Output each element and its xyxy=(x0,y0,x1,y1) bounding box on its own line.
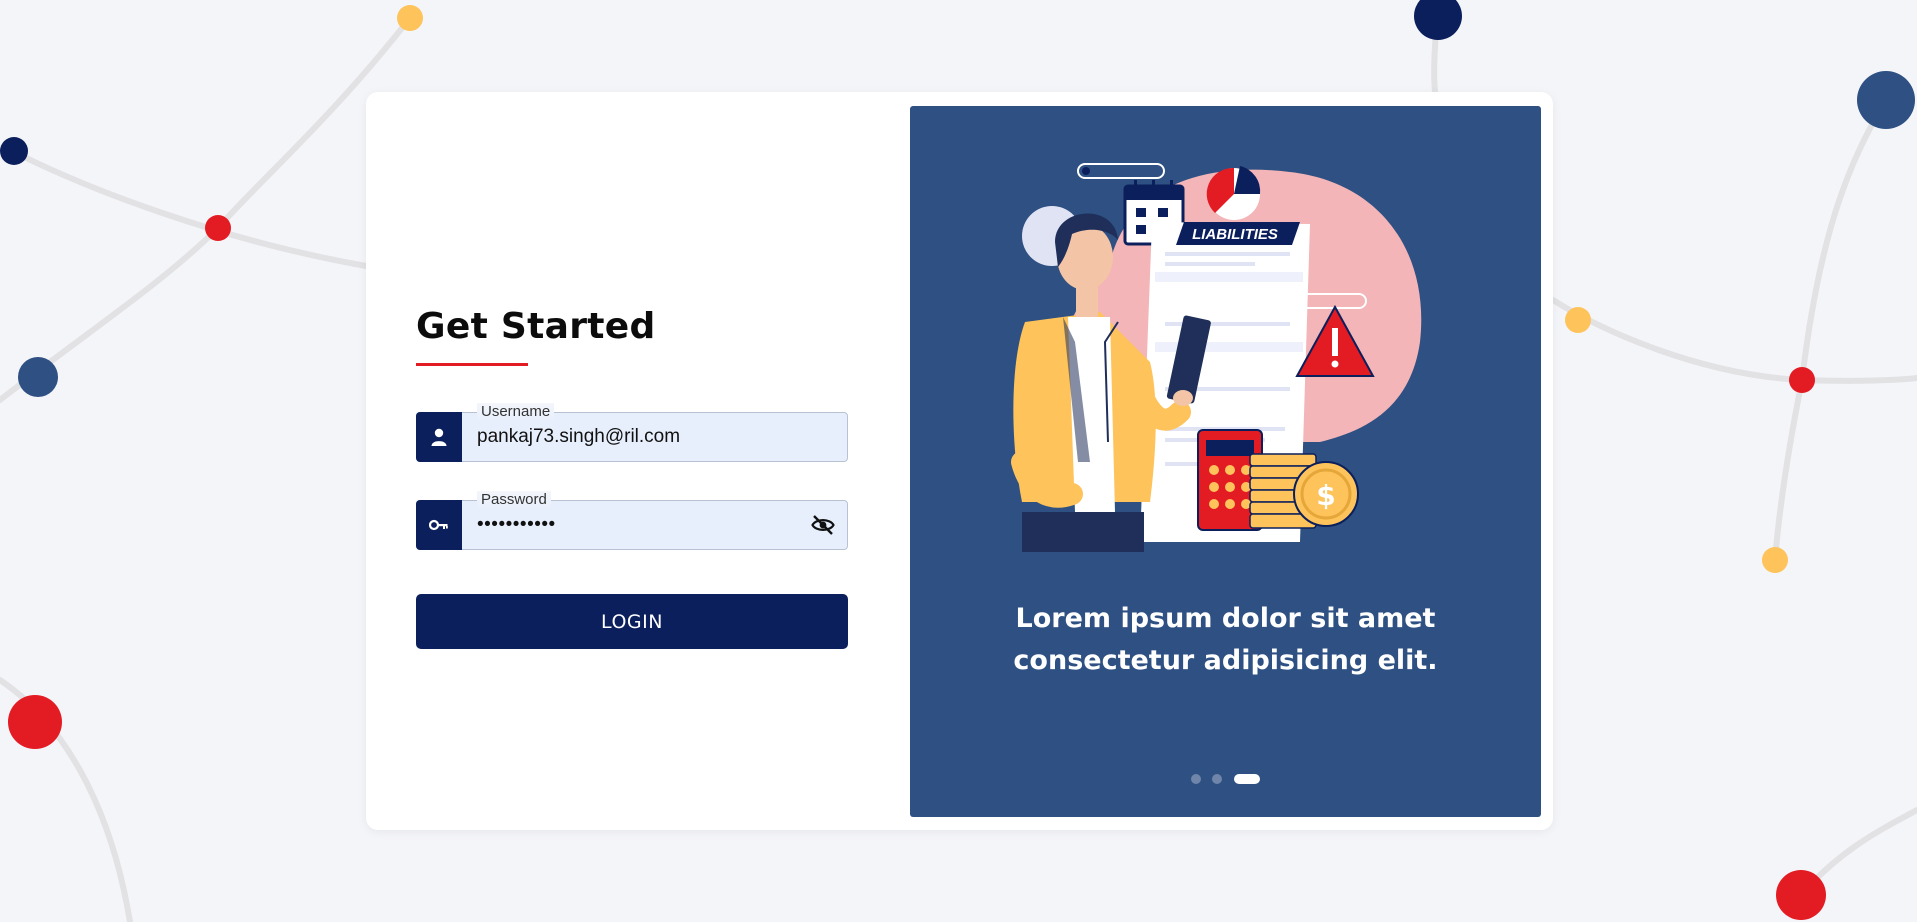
password-input[interactable]: ••••••••••• xyxy=(477,501,556,549)
node-red-right xyxy=(1789,367,1815,393)
title-underline xyxy=(416,363,528,366)
node-red-large-left xyxy=(8,695,62,749)
user-icon xyxy=(416,412,462,462)
carousel-panel: LIABILITIES $ Lorem ipsum dolor sit amet… xyxy=(910,106,1541,817)
carousel-indicators xyxy=(910,772,1541,784)
liabilities-label: LIABILITIES xyxy=(1192,226,1278,243)
node-navy-top xyxy=(1414,0,1462,40)
node-yellow-right-low xyxy=(1762,547,1788,573)
node-red-left xyxy=(205,215,231,241)
node-red-bottom-right xyxy=(1776,870,1826,920)
finance-illustration: LIABILITIES $ xyxy=(1011,163,1422,552)
eye-slash-icon[interactable] xyxy=(811,514,835,541)
node-yellow-top xyxy=(397,5,423,31)
login-button[interactable]: LOGIN xyxy=(416,594,848,649)
svg-text:$: $ xyxy=(1316,479,1335,512)
carousel-dot-2[interactable] xyxy=(1212,774,1222,784)
page-title: Get Started xyxy=(416,306,656,347)
node-yellow-right xyxy=(1565,307,1591,333)
carousel-dot-3[interactable] xyxy=(1234,774,1260,784)
carousel-caption: Lorem ipsum dolor sit amet consectetur a… xyxy=(1013,603,1438,676)
node-blue-left xyxy=(18,357,58,397)
password-field[interactable]: Password ••••••••••• xyxy=(416,491,848,550)
key-icon xyxy=(416,500,462,550)
node-navy-left xyxy=(0,137,28,165)
username-field[interactable]: Username pankaj73.singh@ril.com xyxy=(416,403,848,462)
carousel-dot-1[interactable] xyxy=(1191,774,1201,784)
node-blue-right xyxy=(1857,71,1915,129)
username-input[interactable]: pankaj73.singh@ril.com xyxy=(477,413,680,461)
